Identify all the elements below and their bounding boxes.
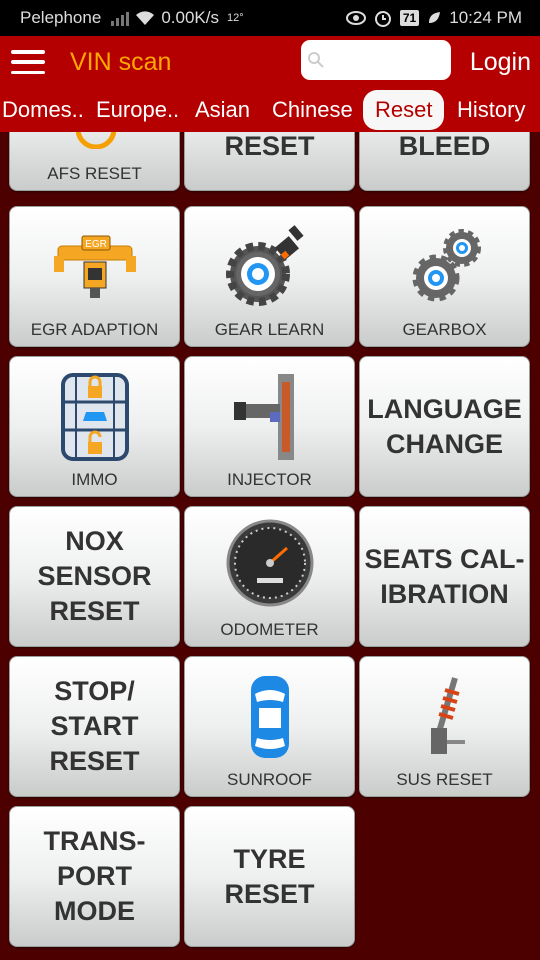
clock: 10:24 PM <box>449 8 522 27</box>
category-tabs: Domes.. Europe.. Asian Chinese Reset His… <box>0 88 540 132</box>
signal-icon <box>111 10 130 26</box>
login-button[interactable]: Login <box>470 36 531 88</box>
afs-icon <box>76 132 116 149</box>
tile-label-line: TYRE <box>233 843 306 874</box>
sunroof-icon <box>250 676 289 758</box>
egr-icon: EGR <box>53 235 136 298</box>
tab-history[interactable]: History <box>457 88 525 132</box>
tile-label-line: CHANGE <box>385 428 503 459</box>
search-box[interactable] <box>301 40 451 80</box>
network-speed: 0.00K/s <box>161 8 219 27</box>
tile-label-line: SEATS CAL- <box>364 543 525 574</box>
carrier-name: Pelephone <box>20 8 102 27</box>
search-input[interactable] <box>329 51 449 69</box>
gear-learn-tile[interactable]: GEAR LEARN <box>184 206 355 347</box>
gearbox-tile[interactable]: GEARBOX <box>359 206 530 347</box>
tile-label: ODOMETER <box>220 620 319 639</box>
tab-reset[interactable]: Reset <box>363 90 445 130</box>
reset-tile[interactable]: RESET <box>184 132 355 191</box>
tab-domestic[interactable]: Domes.. <box>2 88 84 132</box>
vin-scan-title[interactable]: VIN scan <box>70 48 171 77</box>
bleed-tile[interactable]: BLEED <box>359 132 530 191</box>
tile-label: IMMO <box>71 470 118 489</box>
tile-label-line: LANGUAGE <box>367 393 522 424</box>
tile-label: EGR ADAPTION <box>30 320 159 339</box>
reset-functions-grid: AFS RESET RESET BLEED EGR EGR ADAPTION G… <box>0 132 540 960</box>
tile-label-line: PORT <box>56 861 132 891</box>
tile-label-line: MODE <box>54 896 135 926</box>
tile-label-line: IBRATION <box>380 578 509 609</box>
injector-icon <box>233 374 294 460</box>
status-bar: Pelephone 0.00K/s 12° 71 10:24 PM <box>0 0 540 36</box>
alarm-icon <box>374 11 391 27</box>
battery-level: 71 <box>399 10 420 26</box>
tile-label-line: RESET <box>49 746 140 776</box>
suspension-icon <box>430 677 465 754</box>
odometer-icon <box>226 519 313 607</box>
tab-europe[interactable]: Europe.. <box>96 88 179 132</box>
tile-label-line: RESET <box>49 596 140 626</box>
tile-label-line: NOX <box>65 526 124 556</box>
tile-label-line: STOP/ <box>54 676 135 706</box>
sus-reset-tile[interactable]: SUS RESET <box>359 656 530 797</box>
tyre-reset-tile[interactable]: TYRE RESET <box>184 806 355 947</box>
seats-calibration-tile[interactable]: SEATS CAL- IBRATION <box>359 506 530 647</box>
immo-tile[interactable]: IMMO <box>9 356 180 497</box>
tile-label: GEAR LEARN <box>214 320 325 339</box>
gearbox-icon <box>412 229 481 302</box>
tile-label-line: SENSOR <box>37 561 152 591</box>
sunroof-tile[interactable]: SUNROOF <box>184 656 355 797</box>
egr-adaption-tile[interactable]: EGR EGR ADAPTION <box>9 206 180 347</box>
tile-label: SUNROOF <box>227 770 312 789</box>
tile-label-line: RESET <box>224 878 315 909</box>
app-bar: VIN scan Login <box>0 36 540 88</box>
leaf-icon <box>429 12 441 23</box>
tab-asian[interactable]: Asian <box>195 88 250 132</box>
language-change-tile[interactable]: LANGUAGE CHANGE <box>359 356 530 497</box>
eye-icon <box>345 11 366 25</box>
immo-icon <box>60 373 129 461</box>
tile-label: AFS RESET <box>47 164 142 183</box>
tile-label: INJECTOR <box>227 470 312 489</box>
odometer-tile[interactable]: ODOMETER <box>184 506 355 647</box>
afs-reset-tile[interactable]: AFS RESET <box>9 132 180 191</box>
injector-tile[interactable]: INJECTOR <box>184 356 355 497</box>
hamburger-menu-icon[interactable] <box>11 50 45 74</box>
egr-icon-text: EGR <box>85 239 107 250</box>
gear-learn-icon <box>225 225 304 306</box>
temperature: 12° <box>226 12 244 24</box>
transport-mode-tile[interactable]: TRANS- PORT MODE <box>9 806 180 947</box>
tab-chinese[interactable]: Chinese <box>272 88 353 132</box>
stop-start-reset-tile[interactable]: STOP/ START RESET <box>9 656 180 797</box>
nox-sensor-reset-tile[interactable]: NOX SENSOR RESET <box>9 506 180 647</box>
tile-label: RESET <box>224 132 315 161</box>
wifi-icon <box>136 11 155 25</box>
tile-label: GEARBOX <box>402 320 487 339</box>
tile-label: SUS RESET <box>396 770 493 789</box>
search-icon <box>308 52 324 68</box>
tile-label-line: TRANS- <box>43 826 146 856</box>
tile-label-line: START <box>50 711 139 741</box>
tile-label: BLEED <box>398 132 491 161</box>
